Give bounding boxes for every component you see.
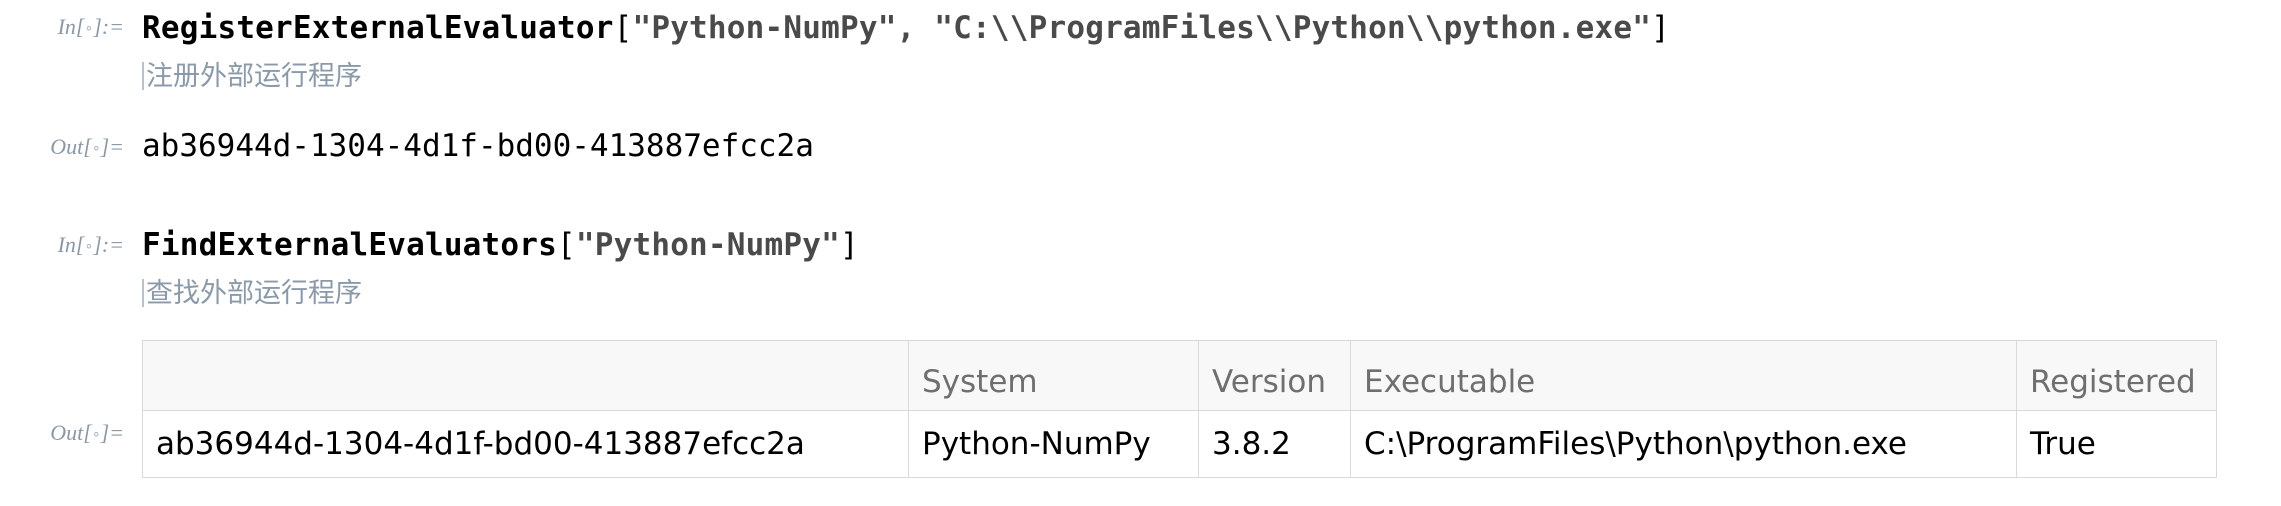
input-label-1: In[∘]:=: [57, 14, 124, 39]
cursor-bar-icon: [142, 62, 144, 90]
function-name: FindExternalEvaluators: [142, 227, 557, 263]
input-label-2: In[∘]:=: [57, 232, 124, 257]
column-header: [142, 340, 909, 411]
table-cell-registered: True: [2016, 410, 2217, 478]
dataset-table: System Version Executable Registered ab3…: [142, 340, 2217, 478]
cell-comment-1: 注册外部运行程序: [142, 54, 362, 93]
string-arg: "Python-NumPy": [575, 227, 840, 263]
output-label-2: Out[∘]=: [50, 420, 124, 445]
table-cell-uuid: ab36944d-1304-4d1f-bd00-413887efcc2a: [142, 410, 909, 478]
table-row: ab36944d-1304-4d1f-bd00-413887efcc2a Pyt…: [142, 410, 2217, 478]
input-cell-2[interactable]: FindExternalEvaluators["Python-NumPy"]: [142, 227, 859, 263]
table-cell-system: Python-NumPy: [908, 410, 1199, 478]
string-arg: "C:\\ProgramFiles\\Python\\python.exe": [934, 10, 1652, 46]
table-header-row: System Version Executable Registered: [142, 340, 2217, 411]
column-header-version: Version: [1198, 340, 1351, 411]
column-header-executable: Executable: [1350, 340, 2017, 411]
string-arg: "Python-NumPy": [632, 10, 897, 46]
cursor-bar-icon: [142, 279, 144, 307]
table-cell-executable: C:\ProgramFiles\Python\python.exe: [1350, 410, 2017, 478]
output-value-1: ab36944d-1304-4d1f-bd00-413887efcc2a: [142, 128, 814, 164]
output-label-1: Out[∘]=: [50, 134, 124, 159]
function-name: RegisterExternalEvaluator: [142, 10, 614, 46]
table-cell-version: 3.8.2: [1198, 410, 1351, 478]
column-header-system: System: [908, 340, 1199, 411]
column-header-registered: Registered: [2016, 340, 2217, 411]
cell-comment-2: 查找外部运行程序: [142, 271, 362, 310]
notebook: In[∘]:= RegisterExternalEvaluator["Pytho…: [0, 0, 2281, 506]
input-cell-1[interactable]: RegisterExternalEvaluator["Python-NumPy"…: [142, 10, 1670, 46]
